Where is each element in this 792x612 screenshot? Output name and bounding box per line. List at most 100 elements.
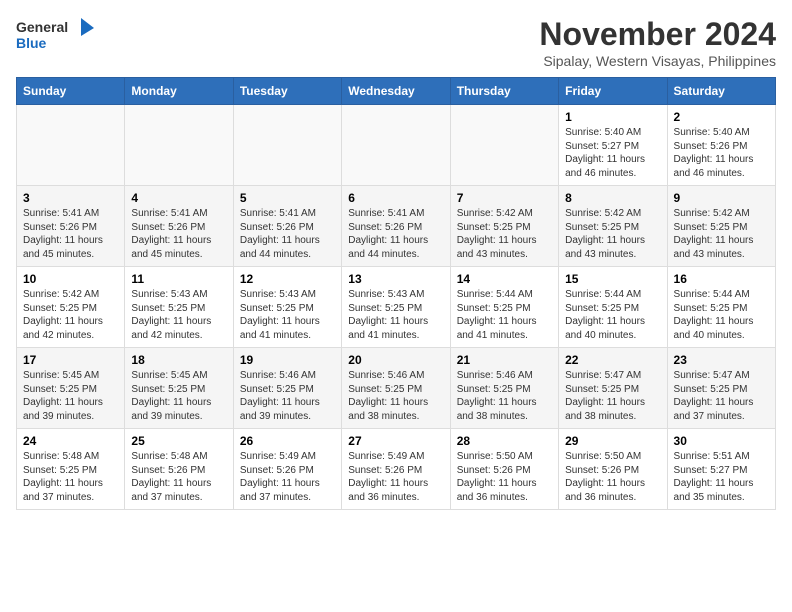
day-info: Sunrise: 5:51 AM Sunset: 5:27 PM Dayligh…: [674, 450, 769, 504]
day-number: 19: [240, 353, 335, 367]
day-info: Sunrise: 5:43 AM Sunset: 5:25 PM Dayligh…: [240, 288, 335, 342]
day-info: Sunrise: 5:40 AM Sunset: 5:27 PM Dayligh…: [565, 126, 660, 180]
day-info: Sunrise: 5:42 AM Sunset: 5:25 PM Dayligh…: [674, 207, 769, 261]
logo: GeneralBlue: [16, 16, 96, 54]
day-info: Sunrise: 5:48 AM Sunset: 5:26 PM Dayligh…: [131, 450, 226, 504]
calendar-cell: [17, 105, 125, 186]
day-number: 5: [240, 191, 335, 205]
day-info: Sunrise: 5:44 AM Sunset: 5:25 PM Dayligh…: [674, 288, 769, 342]
calendar-cell: [342, 105, 450, 186]
day-number: 8: [565, 191, 660, 205]
day-number: 4: [131, 191, 226, 205]
day-info: Sunrise: 5:47 AM Sunset: 5:25 PM Dayligh…: [565, 369, 660, 423]
day-info: Sunrise: 5:49 AM Sunset: 5:26 PM Dayligh…: [348, 450, 443, 504]
calendar-cell: 16 Sunrise: 5:44 AM Sunset: 5:25 PM Dayli…: [667, 267, 775, 348]
day-info: Sunrise: 5:46 AM Sunset: 5:25 PM Dayligh…: [348, 369, 443, 423]
weekday-header-wednesday: Wednesday: [342, 78, 450, 105]
calendar-cell: 13Sunrise: 5:43 AM Sunset: 5:25 PM Dayli…: [342, 267, 450, 348]
day-number: 13: [348, 272, 443, 286]
day-info: Sunrise: 5:40 AM Sunset: 5:26 PM Dayligh…: [674, 126, 769, 180]
weekday-header-friday: Friday: [559, 78, 667, 105]
day-info: Sunrise: 5:44 AM Sunset: 5:25 PM Dayligh…: [565, 288, 660, 342]
calendar-cell: 4 Sunrise: 5:41 AM Sunset: 5:26 PM Daylig…: [125, 186, 233, 267]
calendar-cell: 19Sunrise: 5:46 AM Sunset: 5:25 PM Dayli…: [233, 348, 341, 429]
day-number: 17: [23, 353, 118, 367]
day-info: Sunrise: 5:43 AM Sunset: 5:25 PM Dayligh…: [131, 288, 226, 342]
calendar-cell: [450, 105, 558, 186]
day-info: Sunrise: 5:45 AM Sunset: 5:25 PM Dayligh…: [23, 369, 118, 423]
day-number: 25: [131, 434, 226, 448]
calendar-cell: 27 Sunrise: 5:49 AM Sunset: 5:26 PM Dayli…: [342, 429, 450, 510]
calendar-week-row: 1 Sunrise: 5:40 AM Sunset: 5:27 PM Daylig…: [17, 105, 776, 186]
day-info: Sunrise: 5:41 AM Sunset: 5:26 PM Dayligh…: [131, 207, 226, 261]
day-number: 7: [457, 191, 552, 205]
calendar-cell: 20 Sunrise: 5:46 AM Sunset: 5:25 PM Dayli…: [342, 348, 450, 429]
day-info: Sunrise: 5:49 AM Sunset: 5:26 PM Dayligh…: [240, 450, 335, 504]
calendar-cell: 28 Sunrise: 5:50 AM Sunset: 5:26 PM Dayli…: [450, 429, 558, 510]
day-number: 6: [348, 191, 443, 205]
day-info: Sunrise: 5:46 AM Sunset: 5:25 PM Dayligh…: [457, 369, 552, 423]
logo-svg: GeneralBlue: [16, 16, 96, 54]
calendar-week-row: 17 Sunrise: 5:45 AM Sunset: 5:25 PM Dayli…: [17, 348, 776, 429]
calendar-week-row: 3 Sunrise: 5:41 AM Sunset: 5:26 PM Daylig…: [17, 186, 776, 267]
day-info: Sunrise: 5:41 AM Sunset: 5:26 PM Dayligh…: [23, 207, 118, 261]
calendar-cell: 10 Sunrise: 5:42 AM Sunset: 5:25 PM Dayli…: [17, 267, 125, 348]
day-number: 9: [674, 191, 769, 205]
location-subtitle: Sipalay, Western Visayas, Philippines: [539, 53, 776, 69]
day-number: 28: [457, 434, 552, 448]
page-header: GeneralBlue November 2024 Sipalay, Weste…: [16, 16, 776, 69]
calendar-cell: 17 Sunrise: 5:45 AM Sunset: 5:25 PM Dayli…: [17, 348, 125, 429]
calendar-cell: [233, 105, 341, 186]
weekday-header-tuesday: Tuesday: [233, 78, 341, 105]
calendar-cell: 21 Sunrise: 5:46 AM Sunset: 5:25 PM Dayli…: [450, 348, 558, 429]
day-number: 10: [23, 272, 118, 286]
weekday-header-saturday: Saturday: [667, 78, 775, 105]
calendar-cell: 6Sunrise: 5:41 AM Sunset: 5:26 PM Daylig…: [342, 186, 450, 267]
calendar-cell: 22Sunrise: 5:47 AM Sunset: 5:25 PM Dayli…: [559, 348, 667, 429]
calendar-cell: 5 Sunrise: 5:41 AM Sunset: 5:26 PM Daylig…: [233, 186, 341, 267]
day-number: 14: [457, 272, 552, 286]
day-number: 11: [131, 272, 226, 286]
day-number: 21: [457, 353, 552, 367]
day-info: Sunrise: 5:47 AM Sunset: 5:25 PM Dayligh…: [674, 369, 769, 423]
svg-text:General: General: [16, 19, 68, 35]
calendar-week-row: 10 Sunrise: 5:42 AM Sunset: 5:25 PM Dayli…: [17, 267, 776, 348]
day-info: Sunrise: 5:42 AM Sunset: 5:25 PM Dayligh…: [457, 207, 552, 261]
title-area: November 2024 Sipalay, Western Visayas, …: [539, 16, 776, 69]
day-number: 29: [565, 434, 660, 448]
day-number: 26: [240, 434, 335, 448]
calendar-cell: 18 Sunrise: 5:45 AM Sunset: 5:25 PM Dayli…: [125, 348, 233, 429]
calendar-cell: 14Sunrise: 5:44 AM Sunset: 5:25 PM Dayli…: [450, 267, 558, 348]
day-number: 23: [674, 353, 769, 367]
calendar-header-row: SundayMondayTuesdayWednesdayThursdayFrid…: [17, 78, 776, 105]
day-number: 27: [348, 434, 443, 448]
day-info: Sunrise: 5:50 AM Sunset: 5:26 PM Dayligh…: [457, 450, 552, 504]
calendar-cell: 12 Sunrise: 5:43 AM Sunset: 5:25 PM Dayli…: [233, 267, 341, 348]
day-number: 30: [674, 434, 769, 448]
day-number: 16: [674, 272, 769, 286]
calendar-cell: 15Sunrise: 5:44 AM Sunset: 5:25 PM Dayli…: [559, 267, 667, 348]
day-number: 1: [565, 110, 660, 124]
day-info: Sunrise: 5:41 AM Sunset: 5:26 PM Dayligh…: [240, 207, 335, 261]
calendar-cell: 7 Sunrise: 5:42 AM Sunset: 5:25 PM Daylig…: [450, 186, 558, 267]
day-number: 2: [674, 110, 769, 124]
day-info: Sunrise: 5:42 AM Sunset: 5:25 PM Dayligh…: [565, 207, 660, 261]
day-info: Sunrise: 5:42 AM Sunset: 5:25 PM Dayligh…: [23, 288, 118, 342]
weekday-header-sunday: Sunday: [17, 78, 125, 105]
weekday-header-thursday: Thursday: [450, 78, 558, 105]
calendar-cell: 23 Sunrise: 5:47 AM Sunset: 5:25 PM Dayli…: [667, 348, 775, 429]
calendar-cell: 29 Sunrise: 5:50 AM Sunset: 5:26 PM Dayli…: [559, 429, 667, 510]
calendar-cell: 24Sunrise: 5:48 AM Sunset: 5:25 PM Dayli…: [17, 429, 125, 510]
calendar-cell: 30 Sunrise: 5:51 AM Sunset: 5:27 PM Dayli…: [667, 429, 775, 510]
svg-text:Blue: Blue: [16, 35, 47, 51]
calendar-cell: 26 Sunrise: 5:49 AM Sunset: 5:26 PM Dayli…: [233, 429, 341, 510]
calendar-cell: 11 Sunrise: 5:43 AM Sunset: 5:25 PM Dayli…: [125, 267, 233, 348]
day-info: Sunrise: 5:50 AM Sunset: 5:26 PM Dayligh…: [565, 450, 660, 504]
day-info: Sunrise: 5:45 AM Sunset: 5:25 PM Dayligh…: [131, 369, 226, 423]
day-number: 24: [23, 434, 118, 448]
day-number: 3: [23, 191, 118, 205]
calendar-cell: 9 Sunrise: 5:42 AM Sunset: 5:25 PM Daylig…: [667, 186, 775, 267]
day-number: 12: [240, 272, 335, 286]
day-number: 18: [131, 353, 226, 367]
day-number: 20: [348, 353, 443, 367]
